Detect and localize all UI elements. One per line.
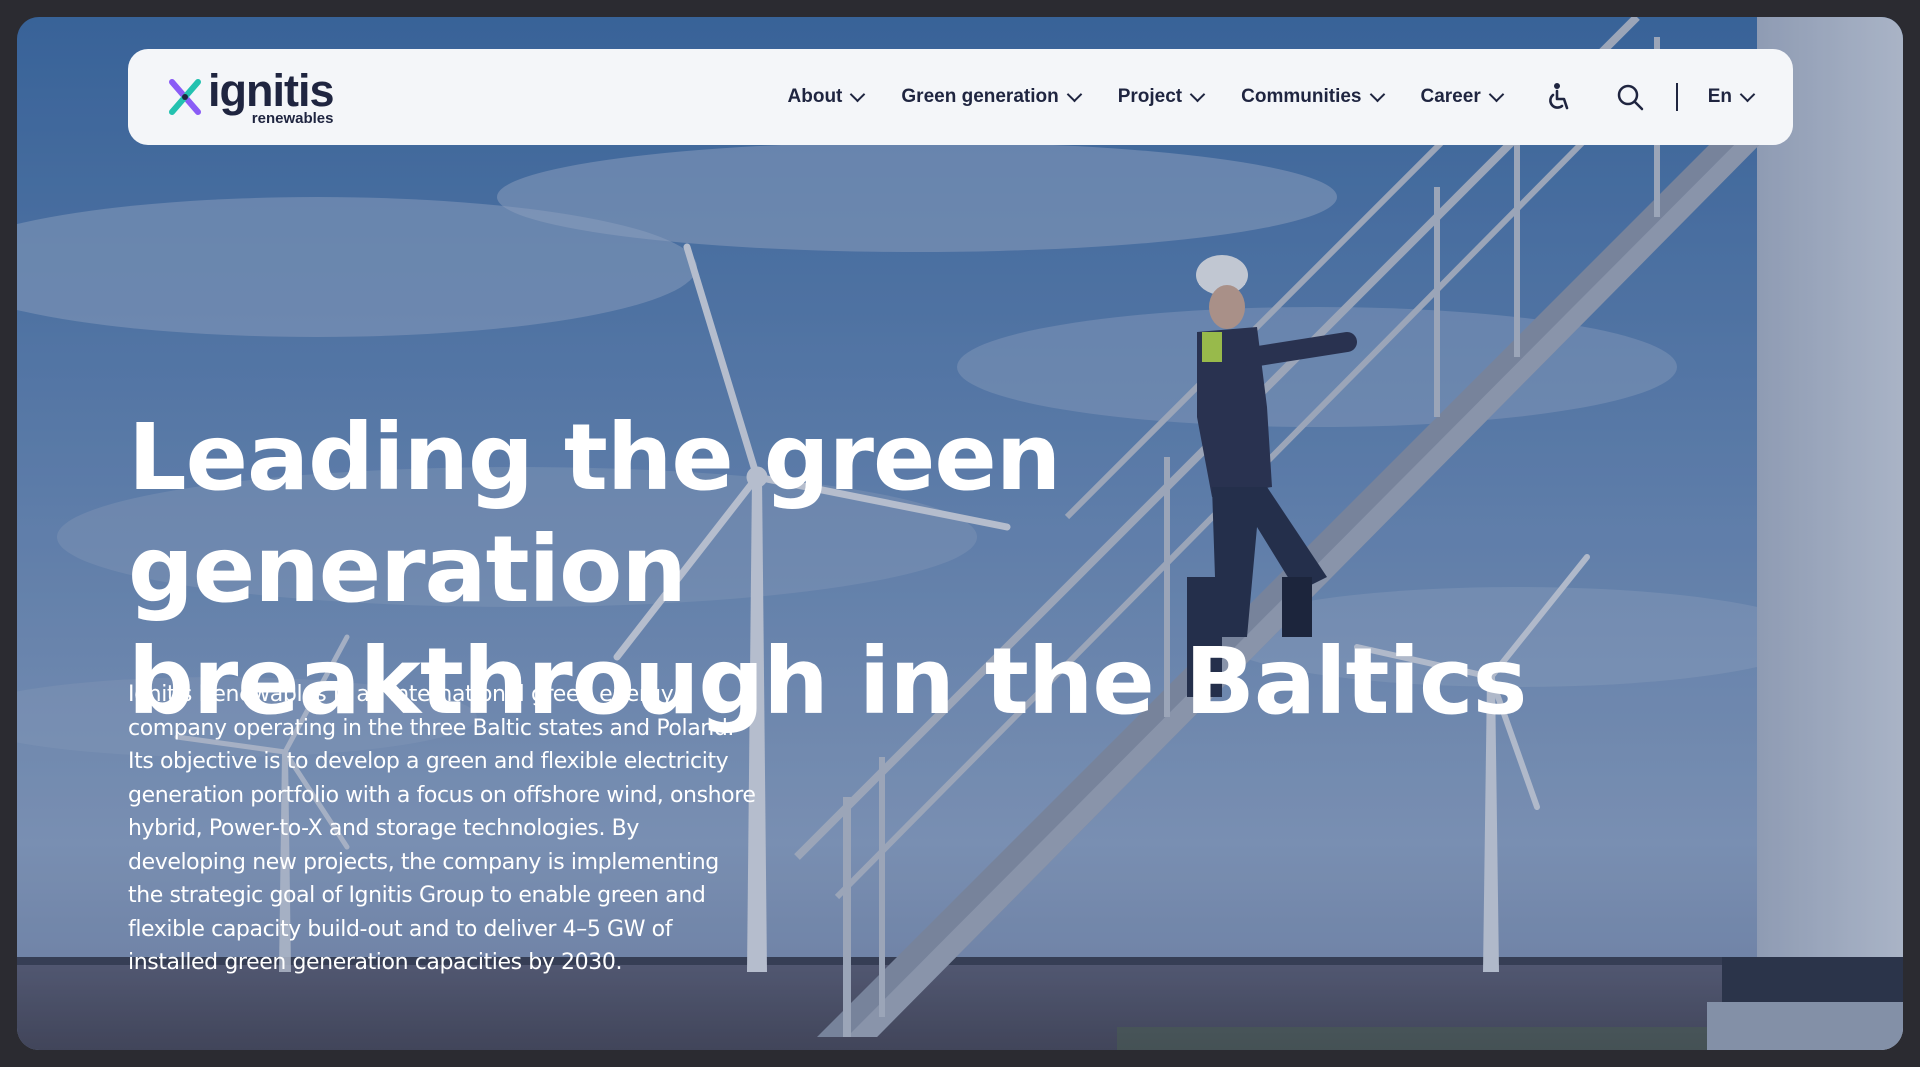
nav-project[interactable]: Project [1117,86,1206,108]
chevron-down-icon [1066,86,1082,102]
nav-about-label: About [787,86,843,107]
main-menu: About Green generation Project Communiti… [787,81,1756,113]
accessibility-button[interactable] [1542,81,1574,113]
logo-mark-icon [169,79,201,115]
language-label: En [1707,86,1732,107]
nav-communities-label: Communities [1241,86,1362,107]
nav-green-generation-label: Green generation [901,86,1059,107]
nav-project-label: Project [1117,86,1183,107]
search-button[interactable] [1614,81,1646,113]
ignitis-logo[interactable]: ignitis renewables [168,68,334,126]
chevron-down-icon [850,86,866,102]
nav-career[interactable]: Career [1420,86,1504,108]
nav-about[interactable]: About [787,86,866,108]
page-frame: ignitis renewables About Green generatio… [17,17,1903,1050]
logo-wordmark: ignitis [208,65,334,116]
nav-career-label: Career [1420,86,1481,107]
nav-communities[interactable]: Communities [1241,86,1385,108]
nav-divider [1675,83,1678,111]
hero-description: Ignitis Renewables is an international g… [128,682,756,975]
language-selector[interactable]: En [1707,86,1756,108]
chevron-down-icon [1369,86,1385,102]
chevron-down-icon [1739,86,1756,102]
search-icon [1617,84,1643,111]
chevron-down-icon [1488,86,1504,102]
logo-subtitle: renewables [251,110,334,127]
hero-headline-line-1: Leading the green generation [128,404,1061,623]
nav-green-generation[interactable]: Green generation [901,86,1082,108]
top-navigation-bar: ignitis renewables About Green generatio… [128,49,1793,145]
accessibility-icon [1548,83,1569,110]
chevron-down-icon [1189,86,1206,102]
